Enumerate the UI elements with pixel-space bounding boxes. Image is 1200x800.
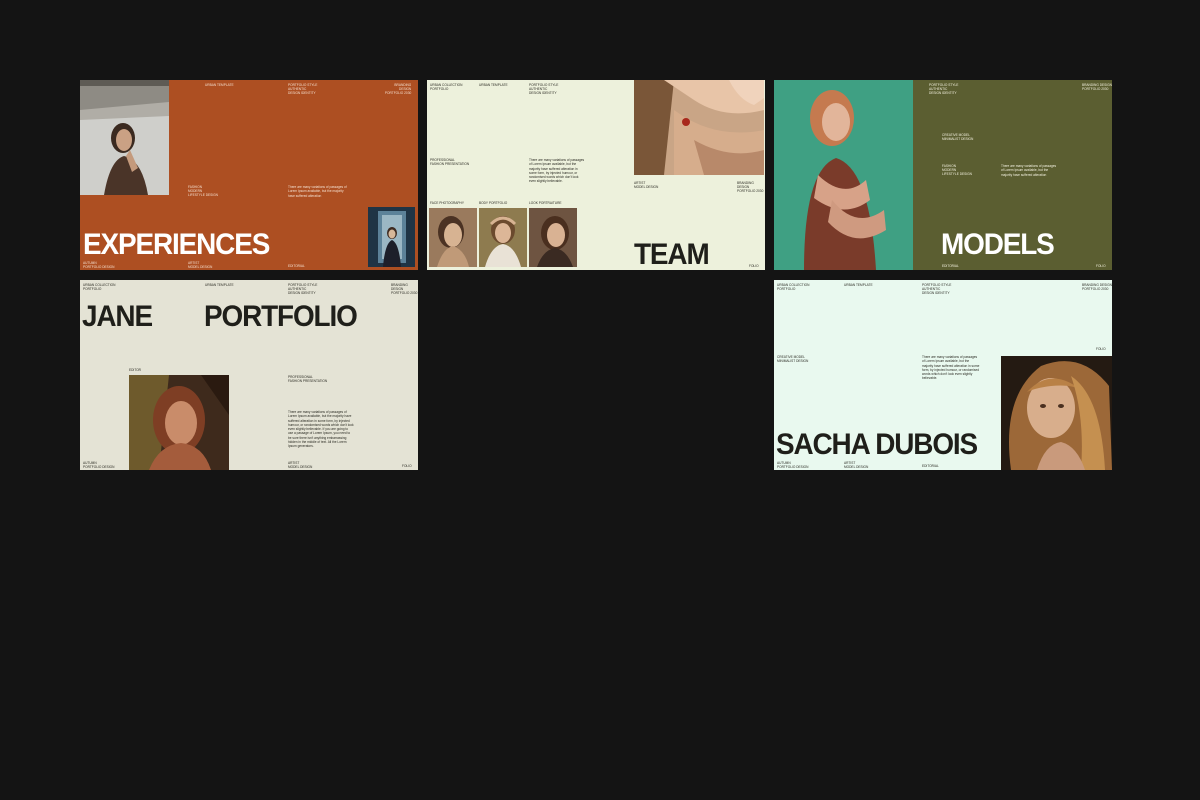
slide-title: TEAM (634, 238, 710, 270)
category-labels: FASHION MODERN LIFESTYLE DESIGN (942, 164, 972, 177)
slide-title: EXPERIENCES (83, 228, 270, 261)
slide-title: SACHA DUBOIS (776, 428, 978, 461)
side-label: PROFESSIONAL FASHION PRESENTATION (288, 375, 328, 384)
top-label-4: BRANDING DESIGN PORTFOLIO 2030 (1082, 283, 1112, 292)
side-label: PROFESSIONAL FASHION PRESENTATION (430, 158, 470, 167)
body-text: There are many variations of passages of… (288, 185, 347, 198)
model-photo-teal (774, 80, 913, 270)
footer-label-1: AUTUMN PORTFOLIO DESIGN (777, 461, 809, 470)
title-portfolio: PORTFOLIO (204, 300, 358, 333)
footer-label-2: ARTIST MODEL DESIGN (188, 261, 213, 270)
body-text: There are many variations of passages of… (922, 355, 980, 381)
top-label-2: URBAN TEMPLATE (205, 283, 234, 287)
body-text: There are many variations of passages of… (529, 158, 585, 184)
top-label-2: URBAN TEMPLATE (844, 283, 873, 287)
model-photo-window-light (129, 375, 229, 470)
footer-label-1: AUTUMN PORTFOLIO DESIGN (83, 261, 115, 270)
top-label-1: URBAN COLLECTION PORTFOLIO (777, 283, 810, 292)
footer-label-1: EDITORIAL (942, 264, 959, 268)
footer-label-2: FOLIO (1096, 264, 1106, 268)
body-text: There are many variations of passages of… (1001, 164, 1057, 177)
top-label-1: URBAN COLLECTION PORTFOLIO (83, 283, 116, 292)
footer-label-2: ARTIST MODEL DESIGN (844, 461, 869, 470)
body-text: There are many variations of passages of… (288, 410, 354, 449)
mid-label-2: BRANDING DESIGN PORTFOLIO 2030 (737, 181, 764, 194)
top-label-2: BRANDING DESIGN PORTFOLIO 2030 (1082, 83, 1112, 92)
top-label-4: BRANDING DESIGN PORTFOLIO 2030 (391, 283, 418, 296)
side-label: CREATIVE MODEL MINIMALIST DESIGN (777, 355, 809, 364)
page-label: FOLIO (1096, 347, 1106, 351)
slide-title: MODELS (941, 228, 1055, 261)
top-left-label: URBAN TEMPLATE (205, 83, 234, 87)
footer-label-3: EDITORIAL (922, 464, 939, 468)
top-mid-label: PORTFOLIO STYLE AUTHENTIC DESIGN IDENTIT… (288, 83, 318, 96)
top-right-label: BRANDING DESIGN PORTFOLIO 2030 (384, 83, 412, 96)
slide-experiences[interactable]: URBAN TEMPLATE PORTFOLIO STYLE AUTHENTIC… (80, 80, 418, 270)
footer-label-1: AUTUMN PORTFOLIO DESIGN (83, 461, 115, 470)
team-photo-1 (429, 208, 477, 267)
slide-models[interactable]: PORTFOLIO STYLE AUTHENTIC DESIGN IDENTIT… (774, 80, 1112, 270)
side-label: CREATIVE MODEL MINIMALIST DESIGN (942, 133, 974, 142)
top-label-1: URBAN COLLECTION PORTFOLIO (430, 83, 463, 92)
footer-label: FOLIO (749, 264, 759, 268)
slide-team[interactable]: URBAN COLLECTION PORTFOLIO URBAN TEMPLAT… (427, 80, 765, 270)
footer-label-3: EDITORIAL (288, 264, 305, 268)
mid-label-1: ARTIST MODEL DESIGN (634, 181, 659, 190)
top-label-3: PORTFOLIO STYLE AUTHENTIC DESIGN IDENTIT… (288, 283, 318, 296)
slide-sacha-dubois[interactable]: URBAN COLLECTION PORTFOLIO URBAN TEMPLAT… (774, 280, 1112, 470)
photo-caption-1: FACE PHOTOGRAPHY (430, 201, 464, 205)
model-photo-neck-closeup (634, 80, 764, 175)
photo-caption-3: LOOK PORTRAITURE (529, 201, 562, 205)
top-label-3: PORTFOLIO STYLE AUTHENTIC DESIGN IDENTIT… (922, 283, 952, 296)
team-photo-3 (529, 208, 577, 267)
team-photo-2 (479, 208, 527, 267)
photo-caption-2: BODY PORTFOLIO (479, 201, 508, 205)
top-label-2: URBAN TEMPLATE (479, 83, 508, 87)
footer-label-3: FOLIO (402, 464, 412, 468)
photo-label: EDITOR (129, 368, 141, 372)
top-label-3: PORTFOLIO STYLE AUTHENTIC DESIGN IDENTIT… (529, 83, 559, 96)
category-labels: FASHION MODERN LIFESTYLE DESIGN (188, 185, 218, 198)
model-photo-portrait (1001, 356, 1112, 470)
footer-label-2: ARTIST MODEL DESIGN (288, 461, 313, 470)
title-jane: JANE (82, 300, 153, 333)
slide-jane-portfolio[interactable]: URBAN COLLECTION PORTFOLIO URBAN TEMPLAT… (80, 280, 418, 470)
model-photo-doorway (368, 207, 415, 267)
model-photo-selfie (80, 80, 169, 195)
top-label-1: PORTFOLIO STYLE AUTHENTIC DESIGN IDENTIT… (929, 83, 959, 96)
